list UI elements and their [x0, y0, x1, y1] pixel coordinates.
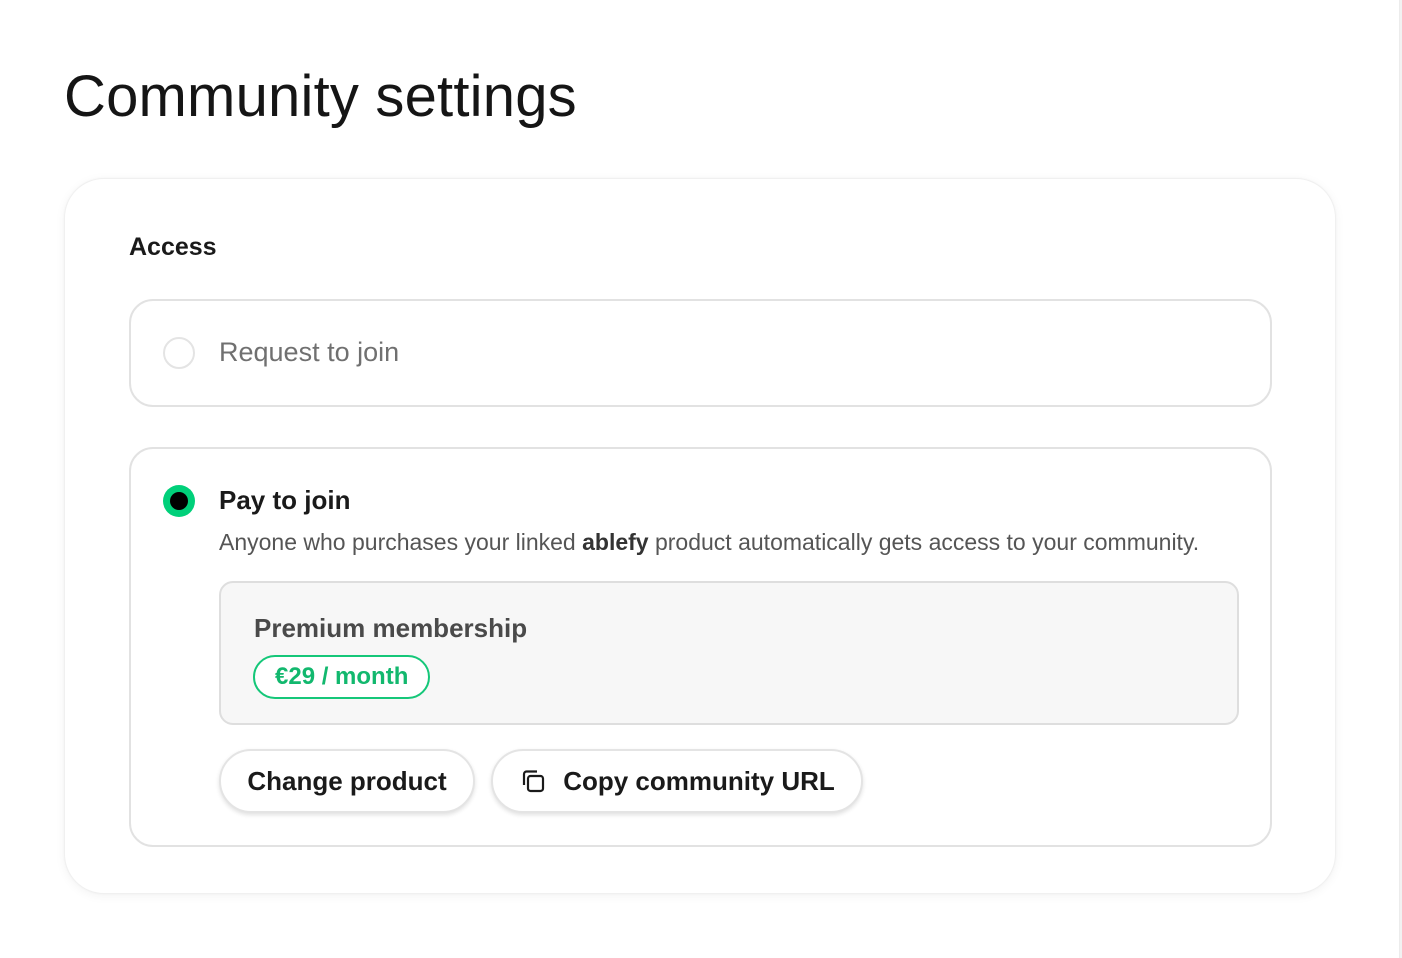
radio-pay-to-join[interactable]: [163, 485, 195, 517]
copy-icon: [523, 770, 545, 793]
description-suffix: product automatically gets access to you…: [648, 529, 1200, 555]
description-prefix: Anyone who purchases your linked: [219, 529, 583, 555]
price-badge: €29 / month: [253, 655, 431, 699]
copy-community-url-label: Copy community URL: [563, 765, 835, 796]
radio-request-to-join[interactable]: [163, 337, 195, 369]
page-title: Community settings: [64, 64, 577, 129]
change-product-button[interactable]: Change product: [219, 749, 475, 813]
option-label-pay-to-join: Pay to join: [219, 485, 351, 515]
description-brand: ablefy: [582, 529, 649, 555]
option-request-to-join[interactable]: Request to join: [129, 299, 1272, 407]
access-settings-card: Access Request to join Pay to join Anyon…: [64, 178, 1336, 894]
product-name: Premium membership: [254, 613, 528, 643]
option-label-request-to-join: Request to join: [219, 337, 400, 367]
section-heading-access: Access: [129, 233, 217, 261]
page: Community settings Access Request to joi…: [0, 0, 1402, 958]
option-pay-to-join[interactable]: Pay to join Anyone who purchases your li…: [129, 447, 1272, 847]
linked-product-card: Premium membership €29 / month: [219, 581, 1239, 725]
copy-community-url-button[interactable]: Copy community URL: [491, 749, 863, 813]
radio-selected-dot: [170, 492, 188, 510]
option-description: Anyone who purchases your linked ablefy …: [219, 529, 1199, 556]
